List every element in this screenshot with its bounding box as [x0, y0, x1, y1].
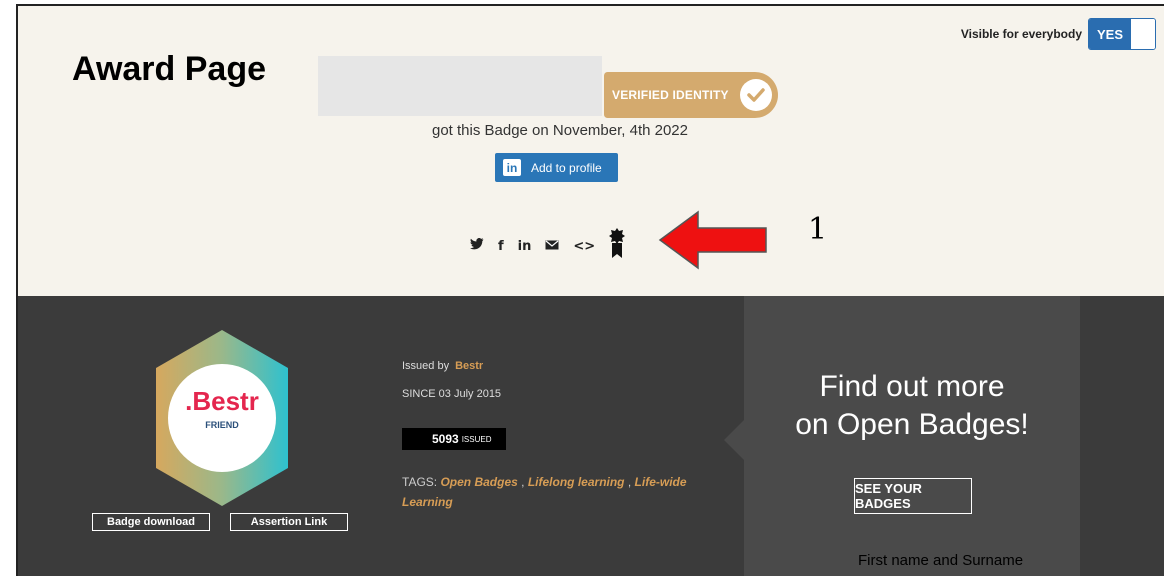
facebook-icon[interactable]: f	[498, 239, 504, 254]
verified-identity-label: VERIFIED IDENTITY	[612, 88, 729, 102]
email-icon[interactable]	[545, 239, 559, 254]
visibility-label: Visible for everybody	[960, 27, 1082, 41]
badge-download-button[interactable]: Badge download	[92, 513, 210, 531]
linkedin-button-label: Add to profile	[531, 160, 602, 175]
verified-identity-badge: VERIFIED IDENTITY	[604, 72, 778, 118]
promo-heading: Find out more on Open Badges!	[744, 368, 1080, 444]
add-to-linkedin-profile-button[interactable]: in Add to profile	[495, 153, 618, 182]
visibility-toggle[interactable]: YES	[1088, 18, 1156, 50]
linkedin-icon: in	[503, 159, 521, 176]
twitter-icon[interactable]	[470, 238, 484, 254]
share-icons-row: f in <>	[470, 228, 626, 264]
red-arrow-annotation	[658, 210, 767, 270]
promo-line-1: Find out more	[819, 370, 1005, 403]
issued-by-label: Issued by	[402, 360, 450, 372]
issued-suffix: ISSUED	[461, 434, 492, 444]
award-page-frame: Award Page VERIFIED IDENTITY got this Ba…	[16, 4, 1164, 576]
visibility-control: Visible for everybody YES	[961, 18, 1156, 50]
assertion-link-button[interactable]: Assertion Link	[230, 513, 348, 531]
annotation-number: 1	[808, 212, 828, 247]
see-your-badges-button[interactable]: SEE YOUR BADGES	[854, 478, 972, 514]
badge-subtitle: FRIEND	[205, 420, 239, 430]
recipient-caption: First name and Surname	[858, 552, 1024, 569]
issued-count: 5093	[432, 432, 459, 446]
badge-tags: TAGS: Open Badges , Lifelong learning , …	[402, 475, 687, 509]
issuer-since: SINCE 03 July 2015	[402, 388, 502, 400]
issued-count-badge: 5093 ISSUED	[402, 428, 506, 450]
open-badges-promo-panel: Find out more on Open Badges! SEE YOUR B…	[724, 296, 1080, 576]
embed-icon[interactable]: <>	[573, 239, 595, 254]
promo-line-2: on Open Badges!	[795, 408, 1029, 441]
visibility-toggle-value: YES	[1089, 19, 1131, 49]
tag-link[interactable]: Open Badges	[440, 475, 517, 489]
badge-name: .Bestr	[185, 386, 259, 416]
tags-label: TAGS:	[402, 475, 438, 489]
tag-link[interactable]: Lifelong learning	[528, 475, 625, 489]
issuer-link[interactable]: Bestr	[455, 360, 483, 372]
issued-by: Issued by Bestr	[402, 360, 483, 372]
award-header-section: Award Page VERIFIED IDENTITY got this Ba…	[18, 6, 1164, 296]
badge-earned-date: got this Badge on November, 4th 2022	[431, 122, 688, 139]
linkedin-share-icon[interactable]: in	[518, 239, 532, 254]
page-title: Award Page	[72, 50, 267, 88]
badge-image: .Bestr FRIEND	[156, 330, 288, 506]
badge-ribbon-icon[interactable]	[609, 228, 626, 264]
checkmark-icon	[740, 79, 772, 111]
recipient-name-placeholder	[318, 56, 602, 116]
